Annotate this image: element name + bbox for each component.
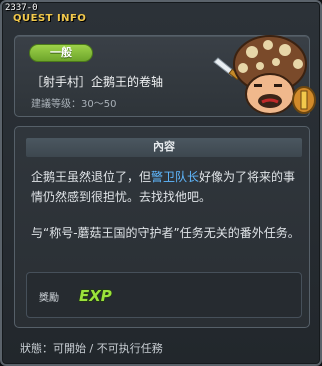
quest-id: 2337-0 [5,3,38,13]
quest-status: 狀態：可開始 / 不可执行任務 [20,342,163,355]
exp-text: EXP [79,287,112,305]
window-title: QUEST INFO [13,13,87,24]
quest-info-window: 2337-0 QUEST INFO 一般 ［射手村］企鹅王的卷轴 建議等级：30… [0,0,322,366]
quest-category-badge: 一般 [29,44,93,62]
quest-title: ［射手村］企鹅王的卷轴 [31,75,164,89]
mushroom-king-npc-icon [213,35,316,115]
quest-content-panel: 內容 企鹅王虽然退位了，但警卫队长好像为了将来的事情仍然感到很担忧。去找找他吧。… [14,126,310,328]
quest-recommended-level: 建議等级：30～50 [31,99,117,110]
exp-icon: EXP [78,286,112,305]
quest-description: 企鹅王虽然退位了，但警卫队长好像为了将来的事情仍然感到很担忧。去找找他吧。 [31,167,301,207]
npc-link-guard-captain[interactable]: 警卫队长 [151,170,199,184]
shield-icon [292,86,316,114]
content-header: 內容 [26,138,302,157]
desc-text-1: 企鹅王虽然退位了，但 [31,170,152,184]
reward-box: 獎勵 EXP [26,272,302,318]
reward-label: 獎勵 [39,293,59,304]
quest-side-note: 与“称号-蘑菇王国的守护者”任务无关的番外任务。 [31,226,300,240]
